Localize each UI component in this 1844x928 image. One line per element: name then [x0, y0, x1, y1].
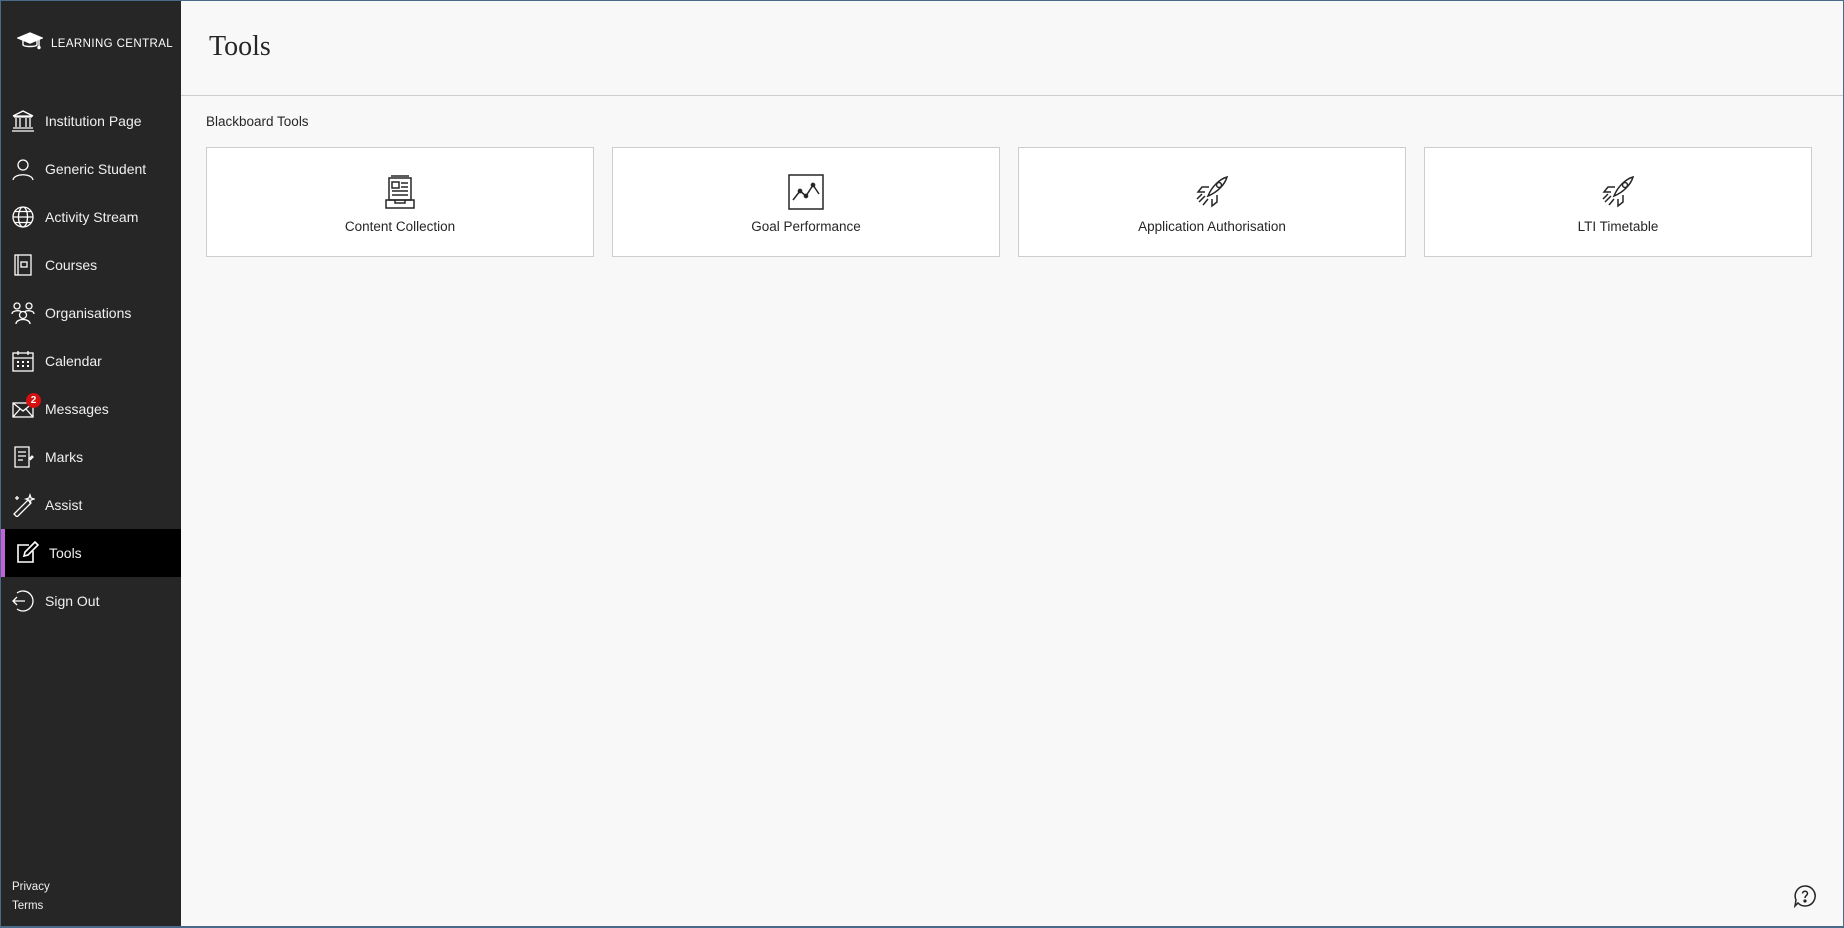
- help-button[interactable]: [1793, 884, 1817, 909]
- sidebar-item-label: Messages: [45, 401, 109, 417]
- main-content: Tools Blackboard Tools Content Collectio…: [181, 1, 1843, 926]
- footer-links: Privacy Terms: [12, 878, 50, 916]
- calendar-icon: [11, 349, 35, 373]
- content-collection-icon: [382, 174, 418, 210]
- privacy-link[interactable]: Privacy: [12, 878, 50, 897]
- app-frame: LEARNING CENTRAL Institution Page Generi…: [1, 1, 1843, 926]
- institution-icon: [11, 109, 35, 133]
- sidebar-item-calendar[interactable]: Calendar: [1, 337, 181, 385]
- organisations-icon: [11, 301, 35, 325]
- card-label: LTI Timetable: [1577, 219, 1659, 234]
- sidebar-item-sign-out[interactable]: Sign Out: [1, 577, 181, 625]
- marks-icon: [11, 445, 35, 469]
- sidebar-item-activity-stream[interactable]: Activity Stream: [1, 193, 181, 241]
- brand-name: LEARNING CENTRAL: [51, 38, 174, 50]
- sidebar-item-assist[interactable]: Assist: [1, 481, 181, 529]
- card-label: Application Authorisation: [1138, 219, 1286, 234]
- sidebar-item-label: Marks: [45, 449, 84, 465]
- card-label: Content Collection: [344, 219, 456, 234]
- sidebar-item-label: Generic Student: [45, 161, 147, 177]
- sidebar-item-messages[interactable]: 2 Messages: [1, 385, 181, 433]
- sidebar-item-label: Tools: [49, 545, 82, 561]
- sidebar-item-label: Activity Stream: [45, 209, 139, 225]
- rocket-icon: [1194, 174, 1230, 210]
- sidebar-item-label: Courses: [45, 257, 98, 273]
- tools-icon: [15, 540, 40, 565]
- page-title: Tools: [209, 31, 271, 62]
- tool-card-application-authorisation[interactable]: Application Authorisation: [1018, 147, 1406, 257]
- sidebar-item-marks[interactable]: Marks: [1, 433, 181, 481]
- app-window: LEARNING CENTRAL Institution Page Generi…: [0, 0, 1844, 928]
- courses-icon: [11, 253, 35, 277]
- tool-card-content-collection[interactable]: Content Collection: [206, 147, 594, 257]
- envelope-icon: 2: [11, 393, 41, 421]
- globe-icon: [11, 205, 35, 229]
- user-icon: [11, 157, 35, 181]
- sidebar: LEARNING CENTRAL Institution Page Generi…: [1, 1, 181, 926]
- chart-icon: [788, 174, 824, 210]
- assist-icon: [11, 492, 37, 518]
- sidebar-item-label: Assist: [45, 497, 83, 513]
- tool-card-goal-performance[interactable]: Goal Performance: [612, 147, 1000, 257]
- sidebar-item-institution-page[interactable]: Institution Page: [1, 97, 181, 145]
- section-title: Blackboard Tools: [206, 114, 309, 129]
- sidebar-item-tools[interactable]: Tools: [1, 529, 181, 577]
- sidebar-item-label: Calendar: [45, 353, 102, 369]
- sidebar-item-courses[interactable]: Courses: [1, 241, 181, 289]
- sidebar-item-organisations[interactable]: Organisations: [1, 289, 181, 337]
- sidebar-item-generic-student[interactable]: Generic Student: [1, 145, 181, 193]
- unread-count-badge: 2: [26, 393, 41, 408]
- graduation-cap-icon: [16, 31, 44, 58]
- page-header: Tools: [181, 1, 1843, 96]
- tool-cards: Content Collection Goal Performance Appl…: [206, 147, 1812, 257]
- sign-out-icon: [11, 589, 35, 613]
- sidebar-item-label: Sign Out: [45, 593, 100, 609]
- brand-logo[interactable]: LEARNING CENTRAL: [16, 31, 174, 58]
- sidebar-item-label: Institution Page: [45, 113, 142, 129]
- sidebar-nav: Institution Page Generic Student Activit…: [1, 97, 181, 625]
- tool-card-lti-timetable[interactable]: LTI Timetable: [1424, 147, 1812, 257]
- card-label: Goal Performance: [751, 219, 861, 234]
- rocket-icon: [1600, 174, 1636, 210]
- terms-link[interactable]: Terms: [12, 897, 50, 916]
- help-icon: [1793, 885, 1817, 912]
- sidebar-item-label: Organisations: [45, 305, 132, 321]
